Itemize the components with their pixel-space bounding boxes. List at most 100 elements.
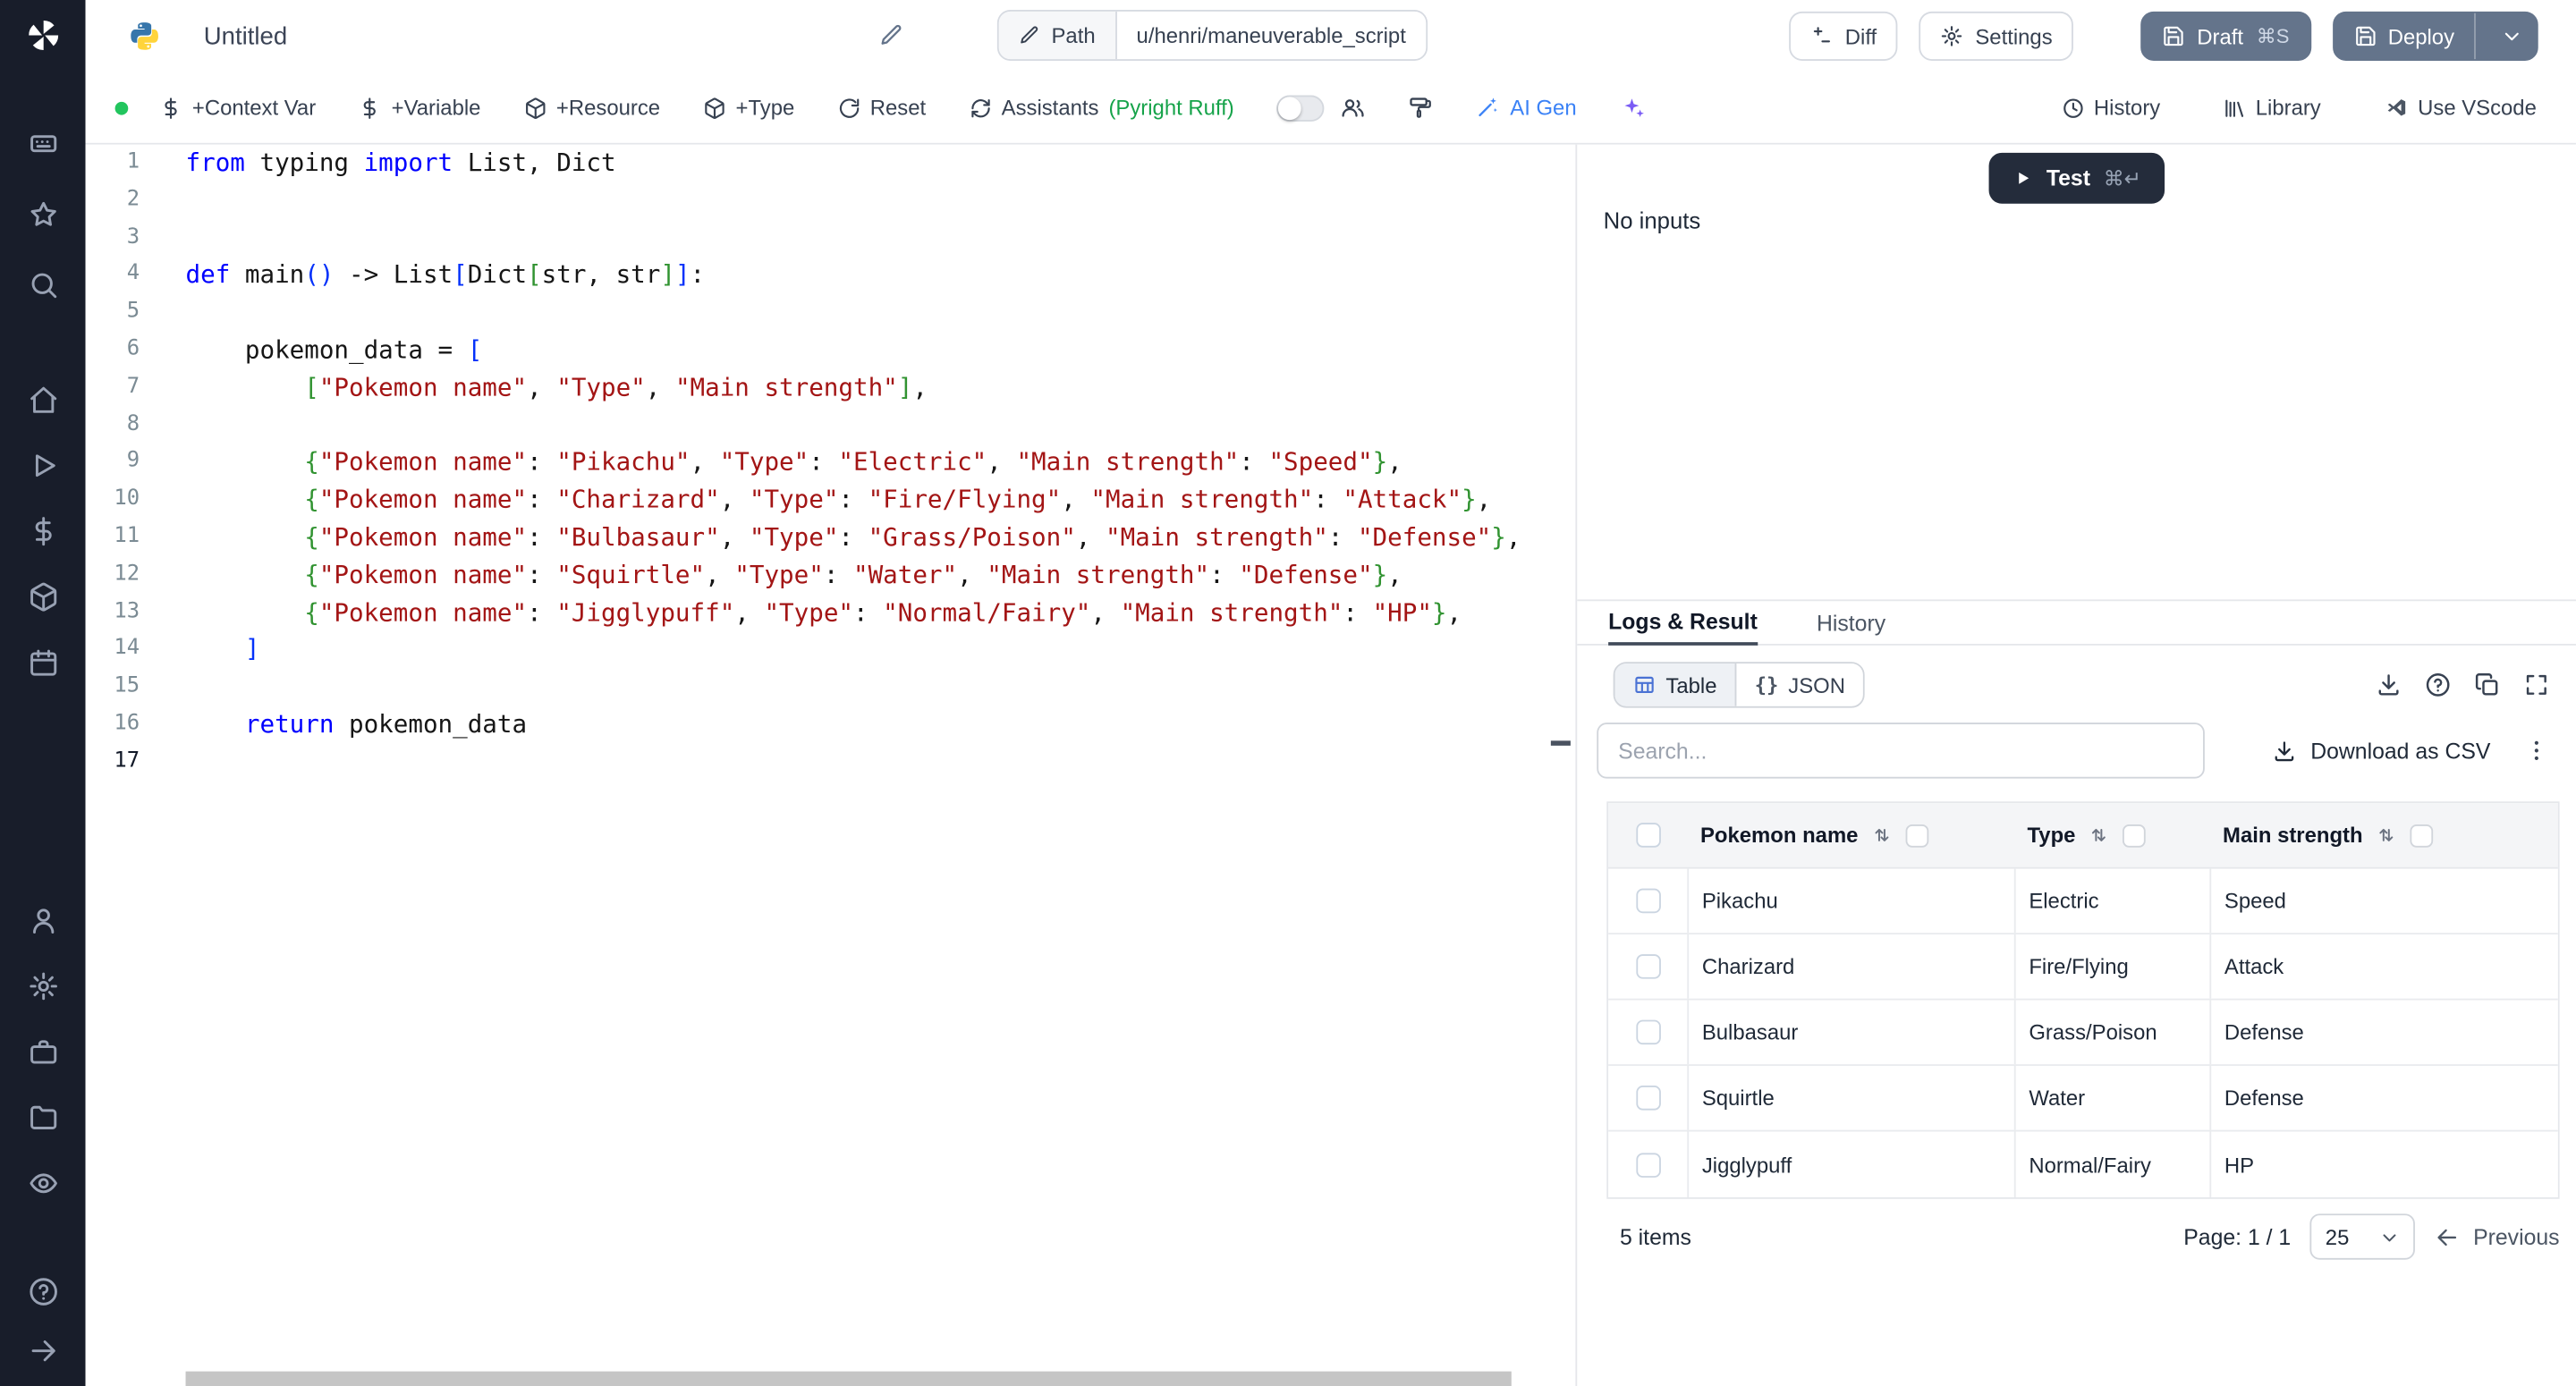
reset-button[interactable]: Reset bbox=[837, 96, 926, 121]
expand-result-button[interactable] bbox=[2523, 672, 2549, 697]
ai-sparkles-button[interactable] bbox=[1619, 95, 1645, 121]
package-icon bbox=[523, 96, 547, 119]
column-header-type[interactable]: Type bbox=[2014, 803, 2210, 867]
result-help-button[interactable] bbox=[2425, 672, 2451, 697]
button-divider bbox=[2474, 13, 2476, 59]
edit-summary-button[interactable] bbox=[879, 23, 904, 48]
page-size-select[interactable]: 25 bbox=[2310, 1213, 2416, 1259]
table-cell: Pikachu bbox=[1702, 889, 1778, 914]
copy-result-button[interactable] bbox=[2474, 672, 2500, 697]
deploy-label: Deploy bbox=[2388, 24, 2454, 49]
more-options-button[interactable] bbox=[2523, 738, 2549, 764]
previous-label: Previous bbox=[2473, 1224, 2559, 1249]
sidebar-item-schedules[interactable] bbox=[0, 629, 86, 694]
table-cell: HP bbox=[2224, 1152, 2254, 1177]
code-editor[interactable]: 1234567891011121314151617 from typing im… bbox=[86, 145, 1578, 1386]
run-preview-panel: Test ⌘↵ No inputs bbox=[1577, 145, 2576, 600]
sidebar-item-folders[interactable] bbox=[0, 1084, 86, 1149]
editor-toolbar: +Context Var +Variable +Resource +Type R… bbox=[86, 72, 2576, 145]
overview-cursor-mark bbox=[1551, 740, 1571, 746]
sidebar-item-runs[interactable] bbox=[0, 432, 86, 497]
sidebar-item-audit-logs[interactable] bbox=[0, 1150, 86, 1215]
row-checkbox[interactable] bbox=[1635, 1020, 1660, 1045]
search-input[interactable] bbox=[1597, 723, 2205, 778]
table-row[interactable]: PikachuElectricSpeed bbox=[1608, 869, 2558, 934]
sidebar-item-users[interactable] bbox=[0, 887, 86, 952]
path-button[interactable]: Path u/henri/maneuverable_script bbox=[997, 10, 1428, 61]
reset-icon bbox=[837, 96, 860, 119]
column-toggle[interactable] bbox=[2411, 824, 2434, 847]
history-button[interactable]: History bbox=[2061, 96, 2160, 121]
row-checkbox[interactable] bbox=[1635, 1086, 1660, 1111]
vscode-button[interactable]: Use VScode bbox=[2384, 96, 2537, 121]
sidebar-item-resources[interactable] bbox=[0, 563, 86, 629]
settings-button[interactable]: Settings bbox=[1919, 12, 2074, 61]
deploy-button[interactable]: Deploy bbox=[2332, 12, 2538, 61]
scrollbar-thumb[interactable] bbox=[186, 1372, 1512, 1386]
horizontal-scrollbar[interactable] bbox=[186, 1372, 1533, 1386]
row-checkbox[interactable] bbox=[1635, 954, 1660, 979]
tab-logs-result[interactable]: Logs & Result bbox=[1608, 609, 1758, 645]
multiplayer-toggle[interactable] bbox=[1276, 95, 1324, 121]
column-header-pokemon-name[interactable]: Pokemon name bbox=[1687, 803, 2014, 867]
download-csv-button[interactable]: Download as CSV bbox=[2273, 739, 2490, 764]
sidebar-item-workspace[interactable] bbox=[0, 108, 86, 179]
table-row[interactable]: JigglypuffNormal/FairyHP bbox=[1608, 1131, 2558, 1196]
sort-icon[interactable] bbox=[2089, 824, 2110, 846]
row-checkbox[interactable] bbox=[1635, 1152, 1660, 1177]
sidebar-item-settings[interactable] bbox=[0, 952, 86, 1018]
library-label: Library bbox=[2256, 96, 2321, 121]
sidebar-item-expand[interactable] bbox=[0, 1321, 86, 1380]
python-icon bbox=[128, 20, 161, 53]
table-cell: Charizard bbox=[1702, 954, 1795, 979]
json-view-button[interactable]: {} JSON bbox=[1735, 663, 1863, 706]
column-toggle[interactable] bbox=[2123, 824, 2147, 847]
table-cell: Grass/Poison bbox=[2029, 1020, 2157, 1045]
draft-button[interactable]: Draft ⌘S bbox=[2141, 12, 2311, 61]
download-icon bbox=[2273, 739, 2298, 764]
deploy-dropdown-button[interactable] bbox=[2487, 25, 2537, 48]
sidebar-item-search[interactable] bbox=[0, 249, 86, 320]
sidebar-item-variables[interactable] bbox=[0, 498, 86, 563]
folder-icon bbox=[27, 1102, 58, 1133]
column-toggle[interactable] bbox=[1906, 824, 1929, 847]
add-context-var-button[interactable]: +Context Var bbox=[159, 96, 316, 121]
add-variable-button[interactable]: +Variable bbox=[359, 96, 481, 121]
windmill-logo[interactable] bbox=[0, 15, 86, 56]
table-row[interactable]: SquirtleWaterDefense bbox=[1608, 1066, 2558, 1131]
diff-label: Diff bbox=[1845, 24, 1877, 49]
table-view-button[interactable]: Table bbox=[1614, 663, 1734, 706]
sidebar-item-help[interactable] bbox=[0, 1262, 86, 1321]
format-button[interactable] bbox=[1408, 96, 1433, 121]
column-header-main-strength[interactable]: Main strength bbox=[2209, 803, 2557, 867]
sidebar-item-workers[interactable] bbox=[0, 1018, 86, 1084]
test-button[interactable]: Test ⌘↵ bbox=[1989, 153, 2165, 204]
download-csv-label: Download as CSV bbox=[2310, 739, 2490, 764]
add-resource-button[interactable]: +Resource bbox=[523, 96, 660, 121]
arrow-left-icon bbox=[2436, 1224, 2461, 1249]
sort-icon[interactable] bbox=[2376, 824, 2397, 846]
select-all-checkbox[interactable] bbox=[1635, 823, 1660, 848]
chevron-down-icon bbox=[2500, 25, 2523, 48]
result-action-icons bbox=[2376, 672, 2550, 697]
arrow-right-icon bbox=[27, 1334, 58, 1365]
gear-icon bbox=[1941, 25, 1964, 48]
sidebar-item-home[interactable] bbox=[0, 367, 86, 432]
sort-icon[interactable] bbox=[1871, 824, 1893, 846]
table-row[interactable]: CharizardFire/FlyingAttack bbox=[1608, 934, 2558, 1000]
table-cell: Squirtle bbox=[1702, 1086, 1775, 1111]
row-checkbox[interactable] bbox=[1635, 889, 1660, 914]
line-numbers: 1234567891011121314151617 bbox=[86, 145, 140, 782]
table-row[interactable]: BulbasaurGrass/PoisonDefense bbox=[1608, 1001, 2558, 1066]
tab-history[interactable]: History bbox=[1817, 611, 1885, 644]
ai-gen-button[interactable]: AI Gen bbox=[1476, 96, 1577, 121]
previous-button[interactable]: Previous bbox=[2436, 1224, 2560, 1249]
assistants-button[interactable]: Assistants (Pyright Ruff) bbox=[969, 96, 1234, 121]
library-button[interactable]: Library bbox=[2223, 96, 2321, 121]
sidebar-item-favorites[interactable] bbox=[0, 179, 86, 249]
download-result-button[interactable] bbox=[2376, 672, 2402, 697]
ai-gen-label: AI Gen bbox=[1510, 96, 1576, 121]
paint-roller-icon bbox=[1408, 96, 1433, 121]
diff-button[interactable]: Diff bbox=[1789, 12, 1898, 61]
add-type-button[interactable]: +Type bbox=[703, 96, 794, 121]
